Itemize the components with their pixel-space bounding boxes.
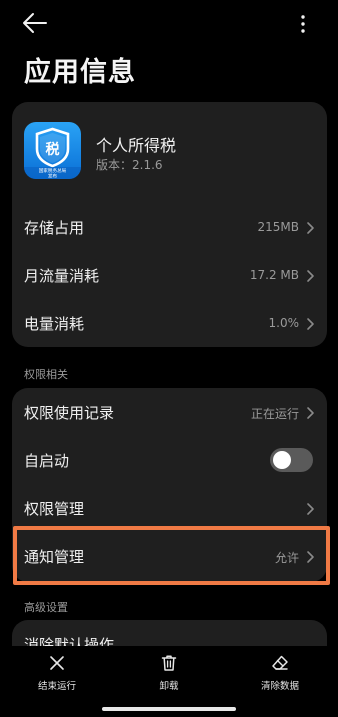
chevron-right-icon bbox=[306, 501, 315, 515]
chevron-right-icon bbox=[306, 220, 315, 234]
storage-row[interactable]: 存储占用 215MB bbox=[12, 203, 327, 251]
trash-icon bbox=[161, 655, 177, 671]
page-title: 应用信息 bbox=[24, 57, 136, 88]
close-x-icon bbox=[50, 656, 64, 670]
app-info-card: 税 国家税务总局 发布 个人所得税 版本：2.1.6 存储占用 215MB 月流… bbox=[12, 102, 327, 347]
permission-usage-row[interactable]: 权限使用记录 正在运行 bbox=[12, 388, 327, 436]
app-version: 版本：2.1.6 bbox=[96, 158, 163, 172]
back-arrow-icon[interactable] bbox=[22, 11, 48, 35]
chevron-right-icon bbox=[306, 405, 315, 419]
stop-label: 结束运行 bbox=[37, 681, 76, 692]
permission-manage-label: 权限管理 bbox=[24, 500, 85, 518]
notification-manage-row[interactable]: 通知管理 允许 bbox=[12, 532, 327, 580]
chevron-right-icon bbox=[306, 268, 315, 282]
app-header: 税 国家税务总局 发布 个人所得税 版本：2.1.6 bbox=[12, 102, 327, 197]
app-icon-caption: 国家税务总局 bbox=[39, 167, 67, 174]
data-usage-row[interactable]: 月流量消耗 17.2 MB bbox=[12, 251, 327, 299]
notification-manage-value: 允许 bbox=[274, 551, 299, 565]
home-indicator[interactable] bbox=[102, 707, 236, 711]
notification-manage-label: 通知管理 bbox=[24, 548, 85, 566]
clear-data-button[interactable]: 清除数据 bbox=[240, 654, 320, 694]
permission-usage-value: 正在运行 bbox=[250, 407, 299, 421]
autostart-row: 自启动 bbox=[12, 436, 327, 484]
app-name: 个人所得税 bbox=[96, 136, 177, 155]
autostart-label: 自启动 bbox=[24, 452, 70, 470]
battery-usage-value: 1.0% bbox=[268, 316, 300, 330]
battery-usage-label: 电量消耗 bbox=[24, 315, 85, 333]
uninstall-label: 卸载 bbox=[159, 681, 179, 692]
eraser-icon bbox=[272, 655, 288, 670]
clear-data-label: 清除数据 bbox=[260, 681, 299, 692]
permissions-section-title: 权限相关 bbox=[24, 368, 68, 381]
permission-manage-row[interactable]: 权限管理 bbox=[12, 484, 327, 532]
storage-label: 存储占用 bbox=[24, 219, 85, 237]
data-usage-value: 17.2 MB bbox=[249, 268, 299, 282]
chevron-right-icon bbox=[306, 549, 315, 563]
autostart-toggle[interactable] bbox=[270, 448, 313, 472]
more-options-icon[interactable] bbox=[293, 13, 313, 35]
permission-usage-label: 权限使用记录 bbox=[24, 404, 115, 422]
storage-value: 215MB bbox=[257, 220, 300, 234]
app-icon: 税 国家税务总局 发布 bbox=[24, 122, 81, 179]
top-bar bbox=[0, 0, 338, 46]
stop-button[interactable]: 结束运行 bbox=[17, 654, 97, 694]
uninstall-button[interactable]: 卸载 bbox=[129, 654, 209, 694]
data-usage-label: 月流量消耗 bbox=[24, 267, 100, 285]
advanced-section-title: 高级设置 bbox=[24, 601, 68, 614]
battery-usage-row[interactable]: 电量消耗 1.0% bbox=[12, 299, 327, 347]
chevron-right-icon bbox=[306, 316, 315, 330]
app-icon-glyph: 税 bbox=[46, 141, 60, 158]
permissions-card: 权限使用记录 正在运行 自启动 权限管理 通知管理 允许 bbox=[12, 388, 327, 582]
toggle-knob bbox=[273, 451, 291, 469]
